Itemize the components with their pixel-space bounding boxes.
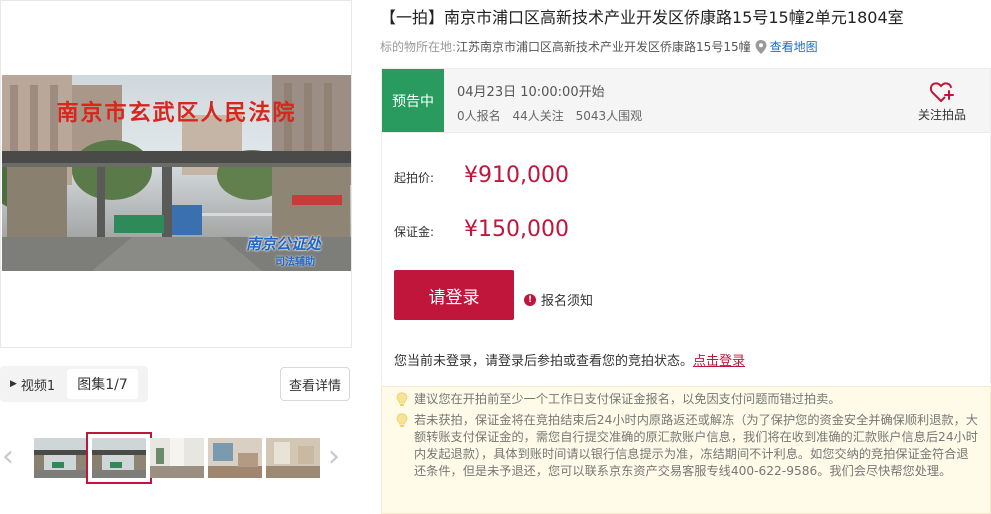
thumbnail[interactable] xyxy=(150,438,204,478)
click-login-link[interactable]: 点击登录 xyxy=(693,354,745,369)
gallery: 南京市玄武区人民法院 南京公证处 司法辅助 ▶ 视频1 图集1/7 查看详情 ‹ xyxy=(0,0,352,514)
media-tabs: ▶ 视频1 图集1/7 xyxy=(0,366,148,402)
tab-video-label: 视频1 xyxy=(20,378,56,394)
tip-text: 若未获拍，保证金将在竞拍结束后24小时内原路返还或解冻（为了保护您的资金安全并确… xyxy=(414,413,978,478)
location-label: 标的物所在地: xyxy=(380,40,457,54)
tab-video[interactable]: ▶ 视频1 xyxy=(0,369,65,399)
tab-gallery-label: 图集1/7 xyxy=(77,377,128,393)
auction-stats: 0人报名 44人关注 5043人围观 xyxy=(457,107,650,124)
location-value: 江苏南京市浦口区高新技术产业开发区侨康路15号15幢 xyxy=(456,40,751,54)
login-tip-text: 您当前未登录，请登录后参拍或查看您的竞拍状态。 xyxy=(394,354,694,369)
login-button[interactable]: 请登录 xyxy=(394,270,514,320)
tip-item: 若未获拍，保证金将在竞拍结束后24小时内原路返还或解冻（为了保护您的资金安全并确… xyxy=(394,412,980,480)
lightbulb-icon xyxy=(396,413,408,427)
start-time: 04月23日 10:00:00开始 xyxy=(457,85,605,100)
follow-label: 关注拍品 xyxy=(917,108,966,122)
location-row: 标的物所在地: 江苏南京市浦口区高新技术产业开发区侨康路15号15幢 查看地图 xyxy=(380,38,818,55)
watermark-text: 南京公证处 xyxy=(245,235,321,253)
deposit-value: ¥150,000 xyxy=(464,217,569,242)
listing-title: 【一拍】南京市浦口区高新技术产业开发区侨康路15号15幢2单元1804室 xyxy=(380,8,904,27)
follower-count: 44人关注 xyxy=(512,109,564,123)
chevron-left-icon[interactable]: ‹ xyxy=(2,440,14,474)
map-pin-icon xyxy=(755,39,767,54)
watermark-subtext: 司法辅助 xyxy=(275,257,315,268)
follow-button[interactable]: 关注拍品 xyxy=(916,81,968,123)
main-photo[interactable]: 南京市玄武区人民法院 南京公证处 司法辅助 xyxy=(2,75,351,271)
play-icon: ▶ xyxy=(10,379,17,389)
tip-item: 建议您在开拍前至少一个工作日支付保证金报名，以免因支付问题而错过拍卖。 xyxy=(394,391,980,408)
deposit-label: 保证金: xyxy=(394,225,435,239)
heart-plus-icon xyxy=(929,82,954,102)
court-name-text: 南京市玄武区人民法院 xyxy=(56,100,297,126)
view-map-link[interactable]: 查看地图 xyxy=(770,38,818,55)
start-price-value: ¥910,000 xyxy=(464,163,569,188)
signup-count: 0人报名 xyxy=(457,109,501,123)
tips-panel: 建议您在开拍前至少一个工作日支付保证金报名，以免因支付问题而错过拍卖。 若未获拍… xyxy=(381,386,991,514)
viewer-count: 5043人围观 xyxy=(575,109,643,123)
thumbnail[interactable] xyxy=(34,438,88,478)
start-price-label: 起拍价: xyxy=(394,171,435,185)
lightbulb-icon xyxy=(396,392,408,406)
thumbnail[interactable] xyxy=(266,438,320,478)
notice-label: 报名须知 xyxy=(541,294,594,309)
main-photo-frame: 南京市玄武区人民法院 南京公证处 司法辅助 xyxy=(0,0,352,348)
chevron-right-icon[interactable]: › xyxy=(328,440,340,474)
auction-status-box: 预告中 04月23日 10:00:00开始 0人报名 44人关注 5043人围观… xyxy=(381,68,991,133)
login-tip: 您当前未登录，请登录后参拍或查看您的竞拍状态。点击登录 xyxy=(394,350,745,369)
thumbnail[interactable] xyxy=(86,432,152,484)
alert-icon: ! xyxy=(524,293,536,306)
status-badge: 预告中 xyxy=(382,69,444,132)
tip-text: 建议您在开拍前至少一个工作日支付保证金报名，以免因支付问题而错过拍卖。 xyxy=(414,392,841,406)
tab-gallery[interactable]: 图集1/7 xyxy=(67,369,138,399)
registration-notice-link[interactable]: ! 报名须知 xyxy=(524,290,593,309)
price-panel: 起拍价: ¥910,000 保证金: ¥150,000 请登录 ! 报名须知 您… xyxy=(381,133,991,383)
view-details-button[interactable]: 查看详情 xyxy=(280,367,350,401)
thumbnail[interactable] xyxy=(208,438,262,478)
thumbnail-strip: ‹ › xyxy=(0,428,352,490)
